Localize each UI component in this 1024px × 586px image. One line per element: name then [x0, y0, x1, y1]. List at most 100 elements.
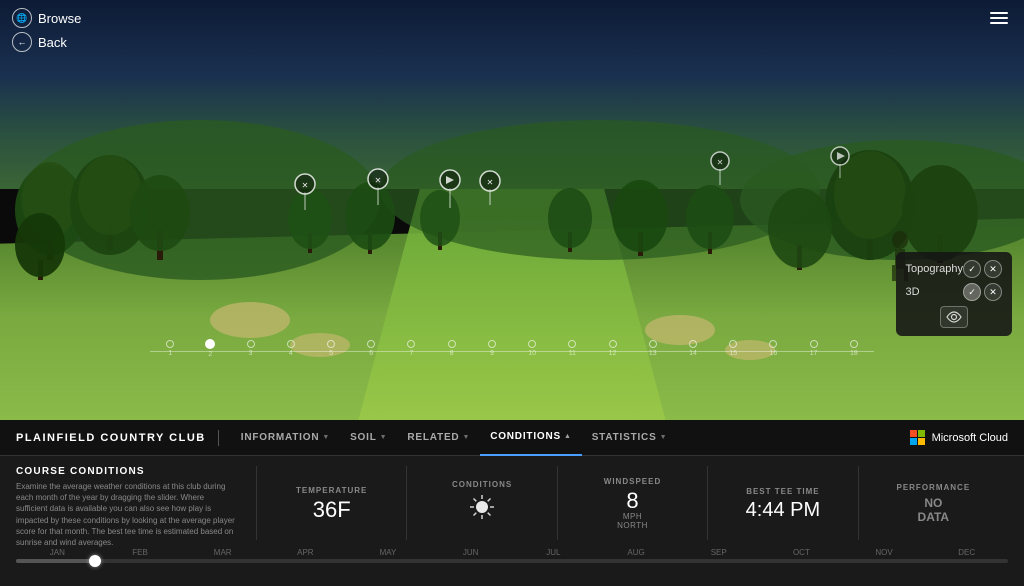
ms-sq-blue [910, 438, 917, 445]
month-may: May [347, 548, 430, 557]
stat-performance: PERFORMANCE NODATA [858, 466, 1008, 540]
nav-statistics[interactable]: STATISTICS ▼ [582, 420, 678, 456]
hole-9[interactable]: 9 [472, 340, 512, 357]
menu-button[interactable] [986, 8, 1012, 28]
globe-icon: 🌐 [12, 8, 32, 28]
hole-dot-16 [769, 340, 777, 348]
hole-12[interactable]: 12 [592, 340, 632, 357]
hole-1[interactable]: 1 [150, 340, 190, 357]
chevron-statistics: ▼ [660, 434, 668, 441]
hole-dot-17 [810, 340, 818, 348]
topo-check-button[interactable]: ✓ [963, 260, 981, 278]
month-aug: Aug [595, 548, 678, 557]
back-button[interactable]: ← Back [12, 32, 81, 52]
nav-soil[interactable]: SOIL ▼ [340, 420, 397, 456]
hole-10[interactable]: 10 [512, 340, 552, 357]
hole-dot-18 [850, 340, 858, 348]
ms-sq-yellow [918, 438, 925, 445]
ms-cloud-text: Microsoft Cloud [932, 432, 1008, 444]
club-name: PLAINFIELD COUNTRY CLUB [16, 432, 206, 444]
browse-button[interactable]: 🌐 Browse [12, 8, 81, 28]
hole-18[interactable]: 18 [834, 340, 874, 357]
hole-5[interactable]: 5 [311, 340, 351, 357]
hole-8[interactable]: 8 [432, 340, 472, 357]
month-jun: Jun [429, 548, 512, 557]
nav-statistics-label: STATISTICS [592, 432, 657, 443]
topography-panel: Topography ✓ ✕ 3D ✓ ✕ [896, 252, 1013, 336]
timeline-section: Jan Feb Mar Apr May Jun Jul Aug Sep Oct … [0, 546, 1024, 571]
nav-left-section: 🌐 Browse ← Back [12, 8, 81, 52]
hole-markers: 1 2 3 4 5 6 7 8 9 10 11 12 13 14 15 16 1… [0, 339, 1024, 358]
hole-3[interactable]: 3 [230, 340, 270, 357]
top-navigation: 🌐 Browse ← Back [0, 0, 1024, 60]
hole-13[interactable]: 13 [633, 340, 673, 357]
conditions-text: Examine the average weather conditions a… [16, 481, 236, 548]
hole-2[interactable]: 2 [190, 339, 230, 358]
hole-dot-14 [689, 340, 697, 348]
hole-dot-13 [649, 340, 657, 348]
hole-dot-4 [287, 340, 295, 348]
hole-num-1: 1 [168, 350, 172, 357]
club-title-section: PLAINFIELD COUNTRY CLUB INFORMATION ▼ SO… [16, 420, 677, 456]
stat-windspeed-sub: MPHNORTH [617, 512, 648, 530]
topo-controls: ✓ ✕ [963, 260, 1002, 278]
topo-close-button[interactable]: ✕ [984, 260, 1002, 278]
stat-windspeed: WINDSPEED 8 MPHNORTH [557, 466, 707, 540]
back-label: Back [38, 35, 67, 50]
header-divider [218, 430, 219, 446]
hole-14[interactable]: 14 [673, 340, 713, 357]
hole-dot-9 [488, 340, 496, 348]
topo-row-3d: 3D ✓ ✕ [906, 283, 1003, 301]
chevron-related: ▼ [462, 434, 470, 441]
conditions-stats: TEMPERATURE 36F CONDITIONS [256, 466, 1008, 540]
month-sep: Sep [677, 548, 760, 557]
nav-related[interactable]: RELATED ▼ [397, 420, 480, 456]
month-nov: Nov [843, 548, 926, 557]
timeline-slider[interactable] [16, 559, 1008, 563]
hole-dot-6 [367, 340, 375, 348]
stat-temperature-label: TEMPERATURE [296, 486, 367, 495]
hole-15[interactable]: 15 [713, 340, 753, 357]
month-apr: Apr [264, 548, 347, 557]
topo-row-main: Topography ✓ ✕ [906, 260, 1003, 278]
hamburger-line-1 [990, 12, 1008, 14]
hole-11[interactable]: 11 [552, 340, 592, 357]
month-mar: Mar [181, 548, 264, 557]
topo-3d-close-button[interactable]: ✕ [984, 283, 1002, 301]
hamburger-line-2 [990, 17, 1008, 19]
nav-conditions[interactable]: CONDITIONS ▲ [480, 420, 582, 456]
hole-7[interactable]: 7 [391, 340, 431, 357]
stat-performance-value: NODATA [918, 496, 950, 524]
stat-tee-time-value: 4:44 PM [746, 500, 820, 520]
stat-windspeed-label: WINDSPEED [604, 477, 661, 486]
chevron-conditions: ▲ [564, 433, 572, 440]
ms-logo-squares [910, 430, 926, 446]
hole-4[interactable]: 4 [271, 340, 311, 357]
fairway [358, 189, 665, 420]
month-oct: Oct [760, 548, 843, 557]
hole-17[interactable]: 17 [794, 340, 834, 357]
hole-dot-2 [205, 339, 215, 349]
month-feb: Feb [99, 548, 182, 557]
stat-temperature: TEMPERATURE 36F [256, 466, 406, 540]
browse-label: Browse [38, 11, 81, 26]
conditions-panel: COURSE CONDITIONS Examine the average we… [0, 456, 1024, 546]
stat-performance-label: PERFORMANCE [896, 483, 970, 492]
hole-dot-3 [247, 340, 255, 348]
topo-eye-button[interactable] [940, 306, 968, 328]
stat-tee-time-label: BEST TEE TIME [746, 487, 819, 496]
hole-dot-10 [528, 340, 536, 348]
nav-soil-label: SOIL [350, 432, 377, 443]
hole-6[interactable]: 6 [351, 340, 391, 357]
topo-3d-controls: ✓ ✕ [963, 283, 1002, 301]
back-icon: ← [12, 32, 32, 52]
chevron-soil: ▼ [380, 434, 388, 441]
timeline-thumb[interactable] [89, 555, 101, 567]
conditions-title: COURSE CONDITIONS [16, 466, 236, 477]
hole-16[interactable]: 16 [753, 340, 793, 357]
topo-3d-check-button[interactable]: ✓ [963, 283, 981, 301]
nav-information[interactable]: INFORMATION ▼ [231, 420, 340, 456]
nav-related-label: RELATED [407, 432, 459, 443]
nav-menu: INFORMATION ▼ SOIL ▼ RELATED ▼ CONDITION… [231, 420, 678, 456]
ms-sq-red [910, 430, 917, 437]
